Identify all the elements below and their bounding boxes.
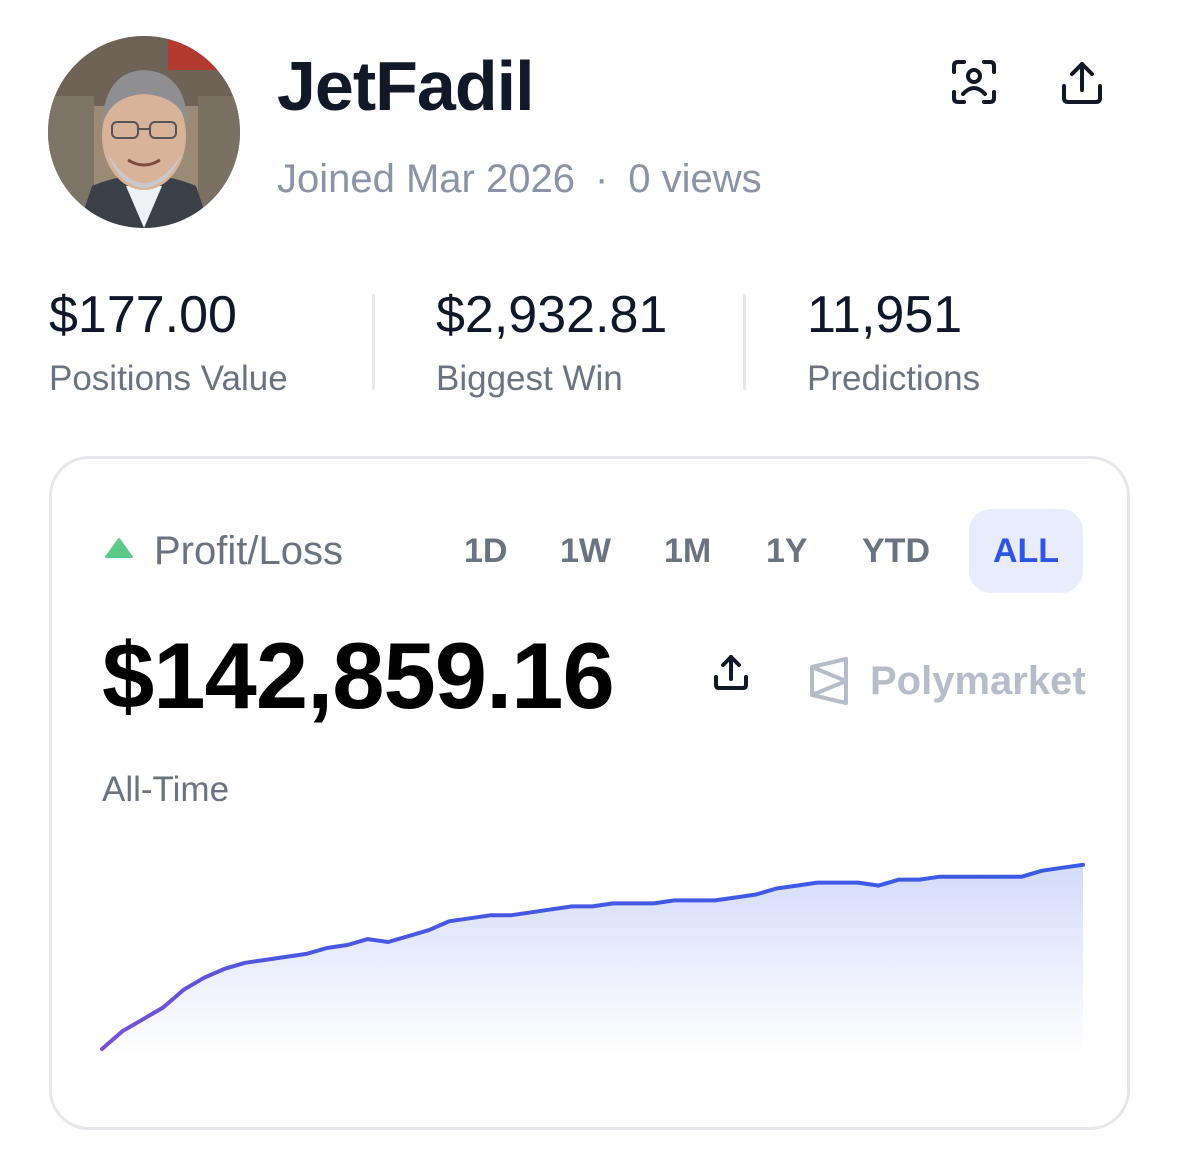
triangle-up-icon [105, 538, 133, 558]
pnl-amount: $142,859.16 [102, 623, 615, 728]
share-upload-icon [1062, 62, 1102, 104]
share-profile-button[interactable] [1052, 52, 1112, 112]
stat-label: Positions Value [49, 359, 288, 398]
polymarket-logo-icon [810, 657, 848, 705]
stat-label: Biggest Win [436, 359, 623, 398]
share-upload-icon[interactable] [708, 649, 754, 695]
range-ytd[interactable]: YTD [838, 509, 954, 593]
period-label: All-Time [102, 770, 230, 809]
pnl-area [102, 864, 1083, 1055]
stat-divider [743, 294, 746, 390]
range-all[interactable]: ALL [969, 509, 1083, 593]
profile-header: JetFadil Joined Mar 2026 · 0 views [0, 0, 1179, 240]
pnl-card: Profit/Loss 1D 1W 1M 1Y YTD ALL $142,859… [49, 456, 1130, 1130]
polymarket-name: Polymarket [870, 658, 1086, 703]
pnl-header: Profit/Loss 1D 1W 1M 1Y YTD ALL [52, 507, 1127, 593]
stat-label: Predictions [807, 359, 981, 398]
face-scan-button[interactable] [944, 52, 1004, 112]
avatar-photo [48, 36, 240, 228]
username: JetFadil [277, 47, 535, 125]
stat-positions-value: $177.00 Positions Value [49, 280, 288, 404]
avatar[interactable] [48, 36, 240, 228]
pnl-label: Profit/Loss [154, 529, 343, 573]
view-count: 0 views [628, 157, 762, 201]
joined-date: Joined Mar 2026 [277, 157, 575, 201]
polymarket-brand: Polymarket [808, 651, 1086, 711]
face-scan-icon [952, 60, 996, 104]
stat-divider [372, 294, 375, 390]
stat-biggest-win: $2,932.81 Biggest Win [436, 280, 667, 404]
profile-meta: Joined Mar 2026 · 0 views [277, 152, 762, 206]
stat-value: 11,951 [807, 286, 963, 344]
range-1m[interactable]: 1M [640, 509, 735, 593]
stat-value: $2,932.81 [436, 286, 668, 344]
meta-separator: · [594, 157, 609, 201]
range-1d[interactable]: 1D [440, 509, 531, 593]
range-1w[interactable]: 1W [536, 509, 635, 593]
stats-row: $177.00 Positions Value $2,932.81 Bigges… [0, 280, 1179, 410]
range-1y[interactable]: 1Y [742, 509, 832, 593]
stat-predictions: 11,951 Predictions [807, 280, 980, 404]
stat-value: $177.00 [49, 286, 237, 344]
pnl-chart [100, 862, 1085, 1055]
